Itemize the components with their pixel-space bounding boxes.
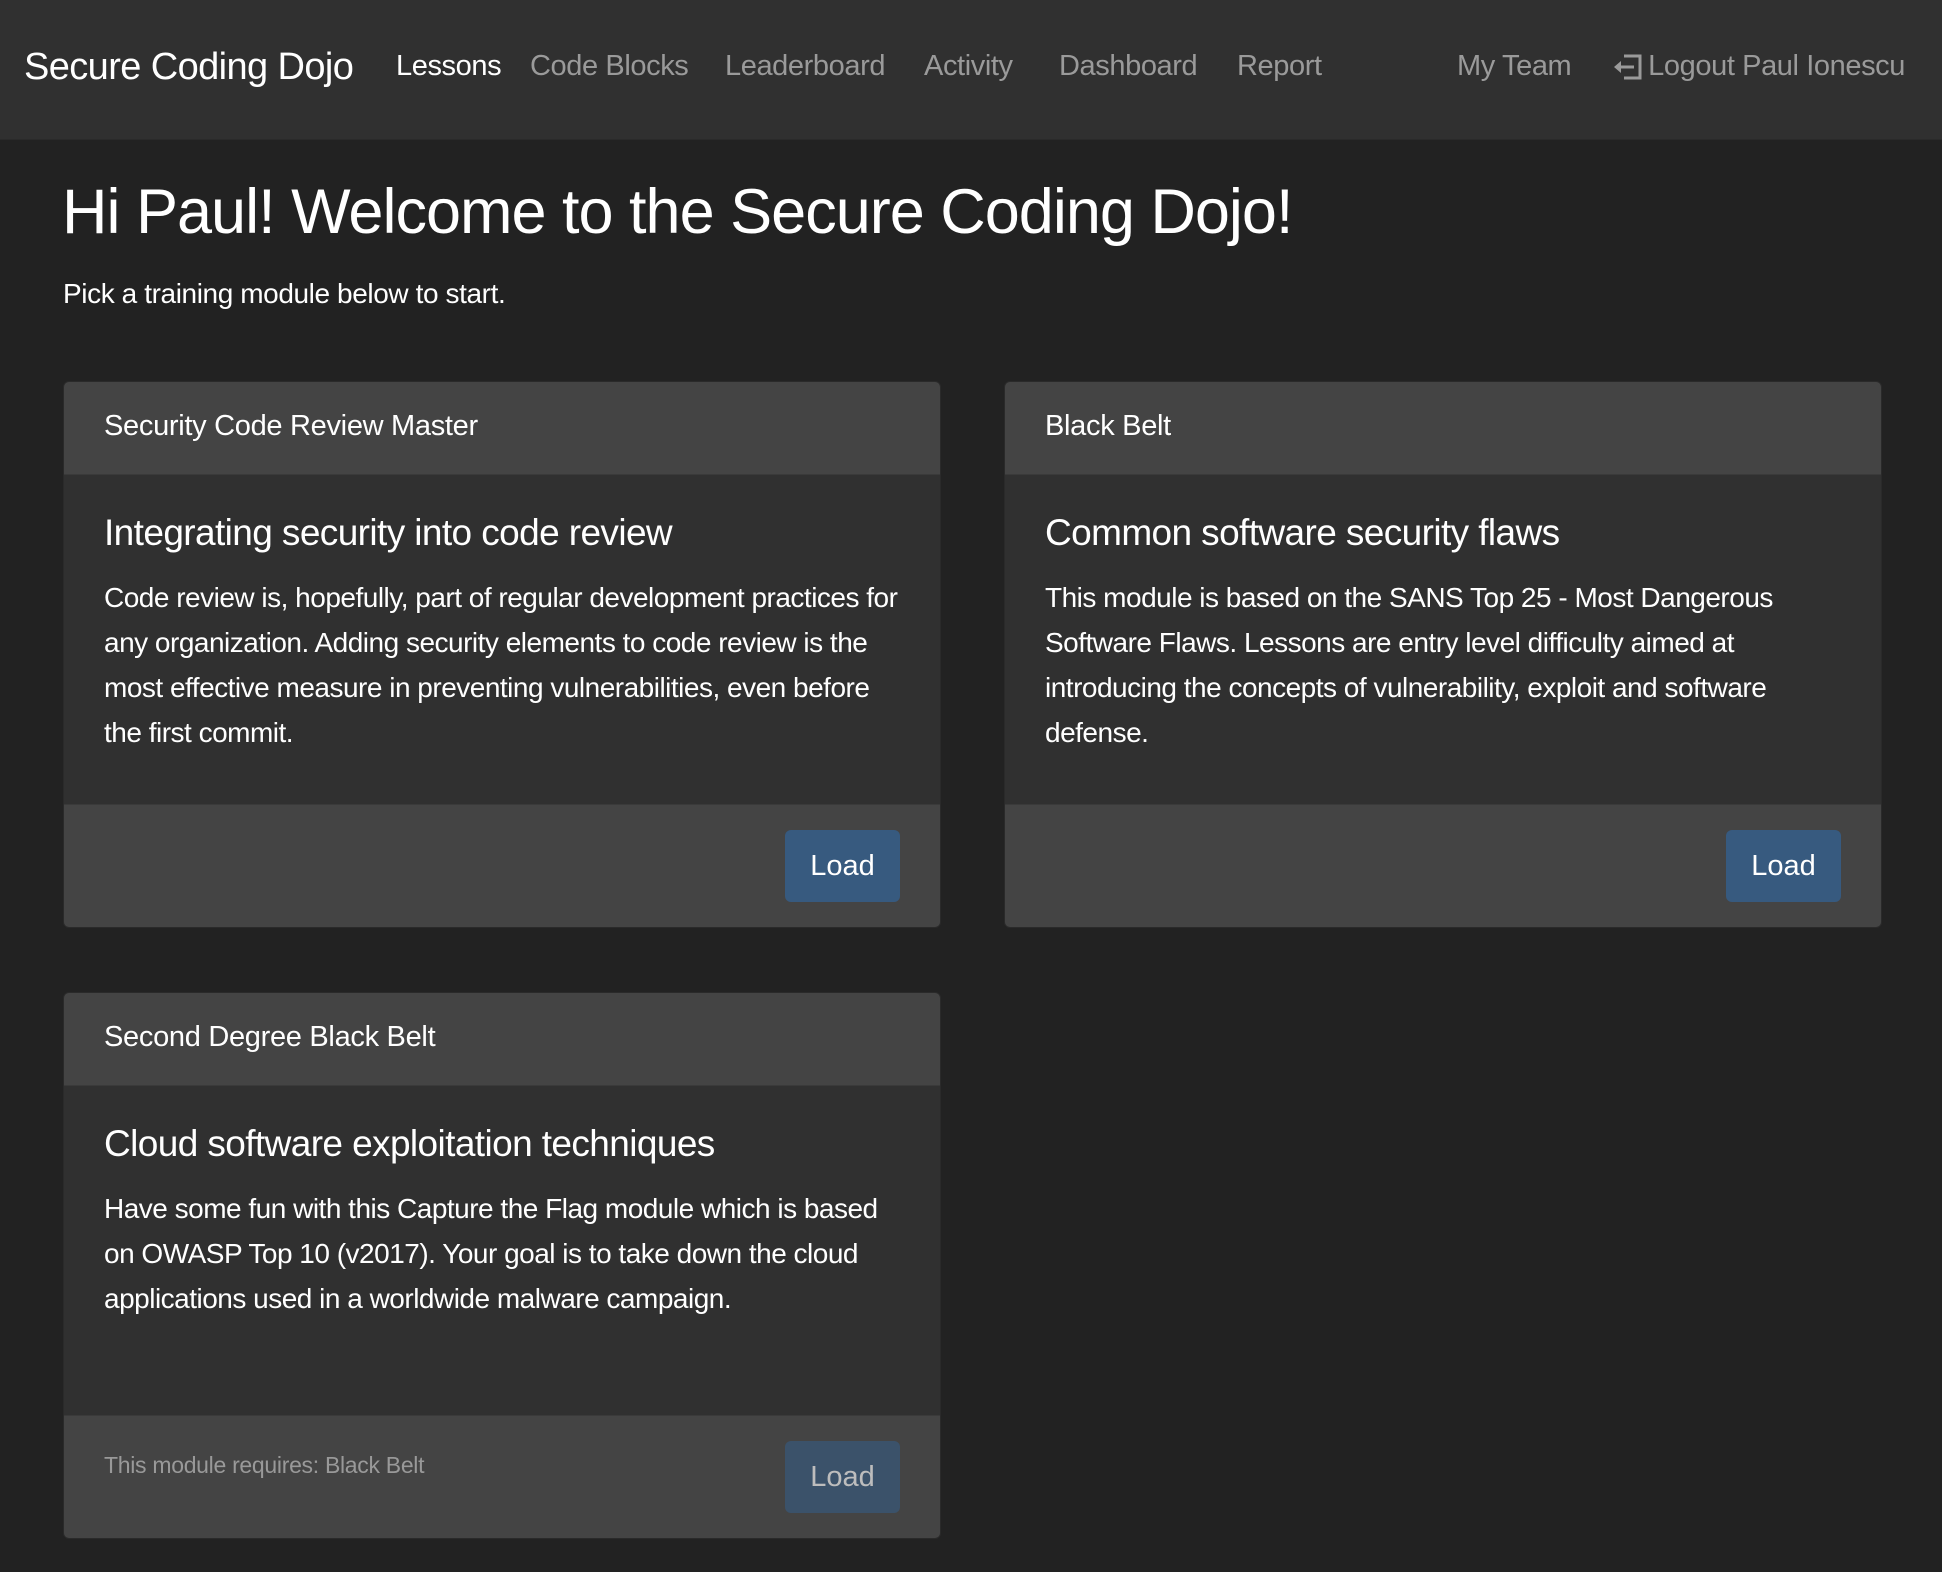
card-description: Code review is, hopefully, part of regul…	[104, 582, 898, 748]
load-button[interactable]: Load	[1726, 830, 1841, 902]
welcome-subtitle: Pick a training module below to start.	[63, 278, 506, 309]
card-footer: This module requires: Black Belt Load	[64, 1415, 940, 1538]
card-header: Security Code Review Master	[64, 382, 940, 475]
brand-logo-link[interactable]: Secure Coding Dojo	[24, 46, 354, 89]
nav-my-team[interactable]: My Team	[1457, 50, 1572, 83]
load-button[interactable]: Load	[785, 830, 900, 902]
card-title: Common software security flaws	[1045, 512, 1560, 553]
card-description: Have some fun with this Capture the Flag…	[104, 1193, 878, 1314]
module-card-second-degree-black-belt: Second Degree Black Belt Cloud software …	[63, 992, 941, 1539]
module-requirement-note: This module requires: Black Belt	[104, 1452, 425, 1478]
card-title: Integrating security into code review	[104, 512, 673, 553]
logout-label: Logout Paul Ionescu	[1648, 50, 1905, 82]
nav-activity[interactable]: Activity	[924, 50, 1013, 83]
logout-link[interactable]: Logout Paul Ionescu	[1612, 50, 1905, 83]
nav-report[interactable]: Report	[1237, 50, 1322, 83]
card-header: Second Degree Black Belt	[64, 993, 940, 1086]
welcome-heading: Hi Paul! Welcome to the Secure Coding Do…	[62, 177, 1293, 247]
module-card-security-code-review: Security Code Review Master Integrating …	[63, 381, 941, 928]
top-navbar: Secure Coding Dojo Lessons Code Blocks L…	[0, 0, 1942, 140]
card-footer: Load	[1005, 804, 1881, 927]
nav-code-blocks[interactable]: Code Blocks	[530, 50, 689, 83]
card-body: Common software security flaws This modu…	[1005, 475, 1881, 755]
load-button-disabled[interactable]: Load	[785, 1441, 900, 1513]
card-footer: Load	[64, 804, 940, 927]
nav-dashboard[interactable]: Dashboard	[1059, 50, 1198, 83]
module-card-black-belt: Black Belt Common software security flaw…	[1004, 381, 1882, 928]
card-header: Black Belt	[1005, 382, 1881, 475]
nav-leaderboard[interactable]: Leaderboard	[725, 50, 885, 83]
card-body: Cloud software exploitation techniques H…	[64, 1086, 940, 1321]
logout-icon	[1614, 54, 1642, 79]
card-description: This module is based on the SANS Top 25 …	[1045, 582, 1773, 748]
card-body: Integrating security into code review Co…	[64, 475, 940, 755]
nav-lessons[interactable]: Lessons	[396, 50, 502, 83]
card-title: Cloud software exploitation techniques	[104, 1123, 715, 1164]
